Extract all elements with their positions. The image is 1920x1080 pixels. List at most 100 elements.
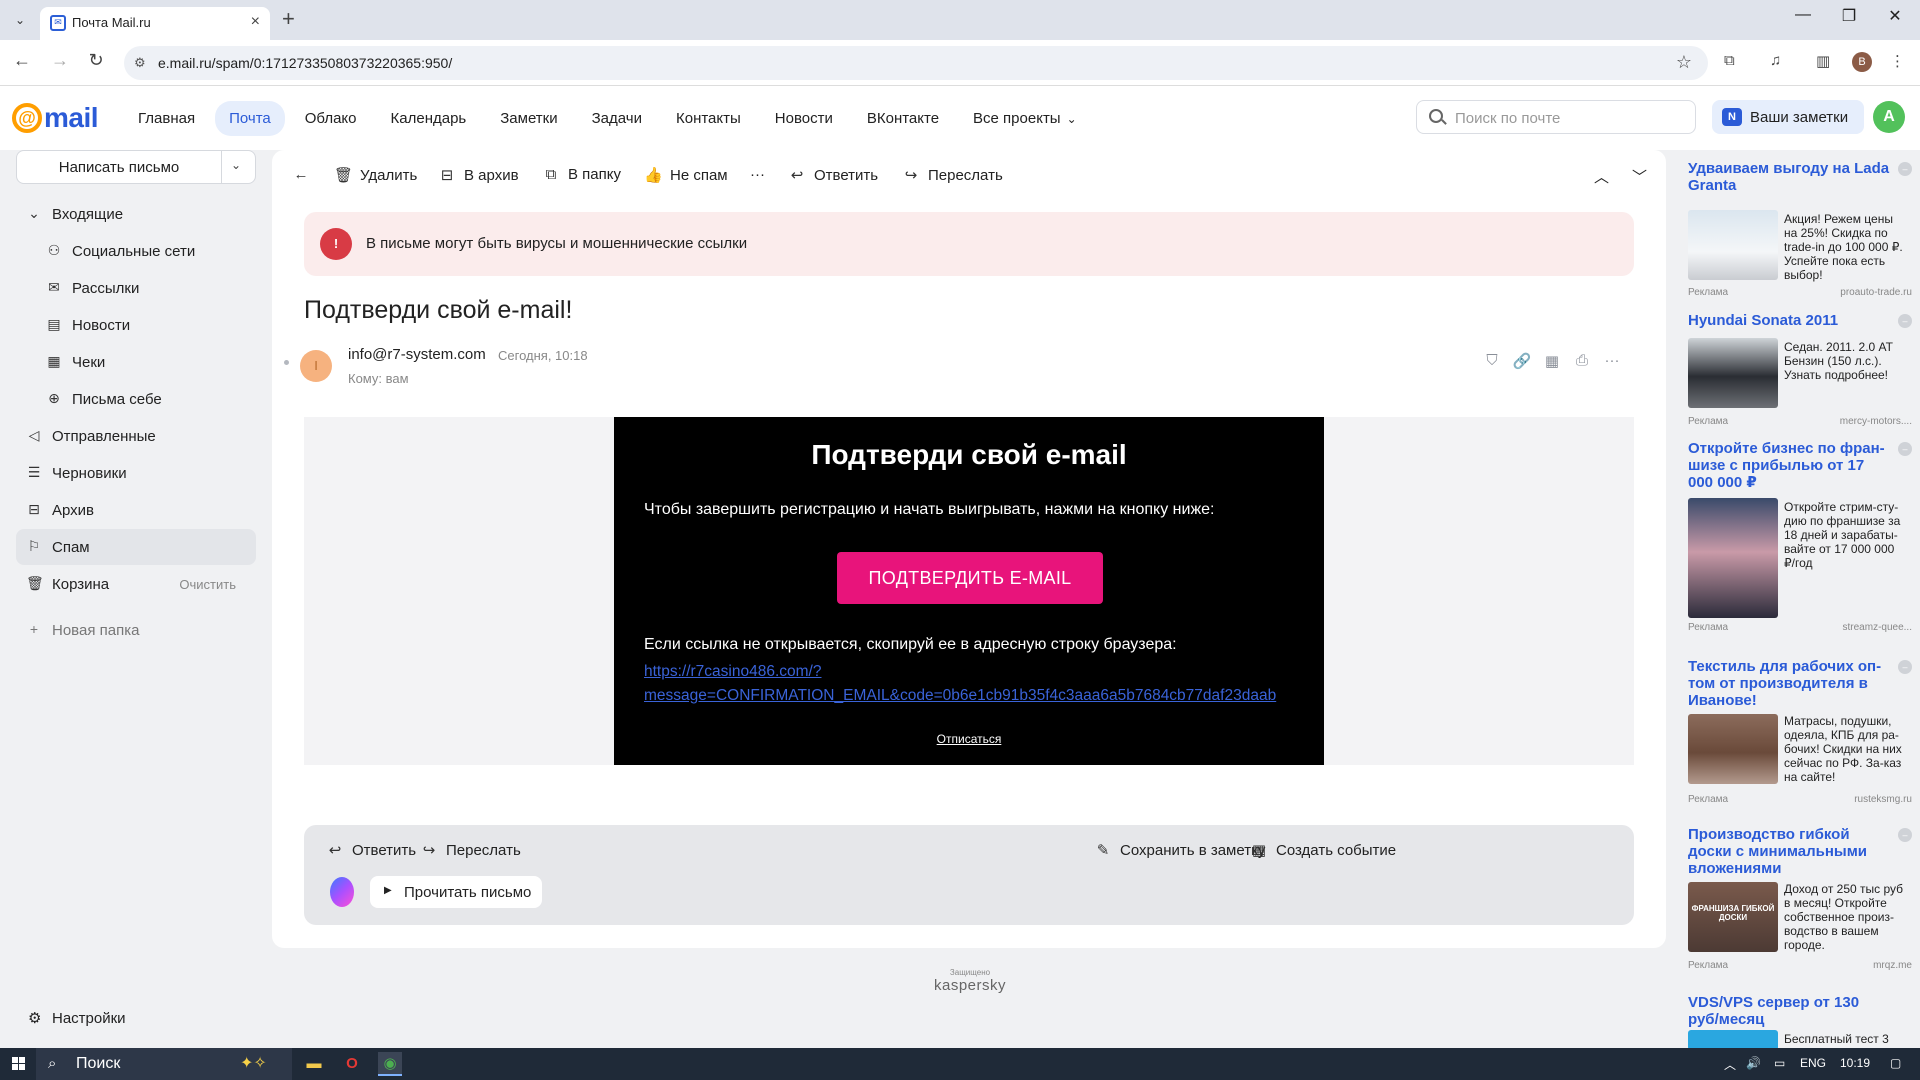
sender-email[interactable]: info@r7-system.com — [348, 346, 486, 363]
ad-image-vr[interactable] — [1688, 498, 1778, 618]
confirmation-link[interactable]: https://r7casino486.com/? message=CONFIR… — [644, 660, 1314, 708]
ad-image-server[interactable] — [1688, 1030, 1778, 1048]
nav-notes[interactable]: Заметки — [486, 101, 571, 136]
compose-button[interactable]: Написать письмо ⌄ — [16, 150, 256, 184]
tab-search-chevron-icon[interactable]: ⌄ — [8, 10, 32, 30]
bookmark-star-icon[interactable]: ☆ — [1676, 52, 1692, 73]
nav-all-projects[interactable]: Все проекты ⌄ — [959, 101, 1091, 136]
back-arrow-icon[interactable]: ← — [10, 50, 34, 71]
browser-menu-icon[interactable]: ⋮ — [1890, 52, 1905, 70]
confirm-email-button[interactable]: ПОДТВЕРДИТЬ E-MAIL — [837, 552, 1103, 604]
notifications-icon[interactable]: ▢ — [1890, 1056, 1901, 1070]
folder-spam[interactable]: ⚐ Спам — [16, 529, 256, 565]
not-spam-button[interactable]: 👍 Не спам — [644, 166, 728, 184]
previous-message-chevron-up-icon[interactable]: ︿ — [1594, 166, 1609, 187]
recipient-line[interactable]: Кому: вам — [348, 371, 409, 386]
nav-mail[interactable]: Почта — [215, 101, 285, 136]
archive-button[interactable]: ⊟ В архив — [438, 166, 519, 184]
taskbar-search[interactable]: ⌕ Поиск ✦✧ — [36, 1048, 292, 1080]
nav-home[interactable]: Главная — [124, 101, 209, 136]
bookmark-icon[interactable]: ⛉ — [1482, 352, 1502, 369]
ad-item[interactable]: Производство гибкой доски с минимальными… — [1688, 826, 1912, 976]
more-options-icon[interactable]: ··· — [1602, 352, 1622, 369]
ad-close-icon[interactable]: – — [1898, 314, 1912, 328]
folder-trash[interactable]: 🗑 Корзина Очистить — [16, 566, 256, 602]
settings-link[interactable]: ⚙ Настройки — [28, 1009, 126, 1027]
new-tab-plus-icon[interactable]: + — [282, 6, 295, 32]
ad-image-board[interactable]: ФРАНШИЗА ГИБКОЙ ДОСКИ — [1688, 882, 1778, 952]
ad-item[interactable]: Hyundai Sonata 2011 – Седан. 2011. 2.0 A… — [1688, 312, 1912, 427]
ad-title[interactable]: Текстиль для рабочих оп-том от производи… — [1688, 658, 1892, 709]
ad-title[interactable]: Удваиваем выгоду на Lada Granta — [1688, 160, 1892, 194]
sender-avatar[interactable]: I — [300, 350, 332, 382]
ad-image-car[interactable] — [1688, 210, 1778, 280]
media-controls-icon[interactable]: ♫ — [1770, 52, 1781, 69]
ad-item[interactable]: VDS/VPS сервер от 130 руб/месяц Бесплатн… — [1688, 994, 1912, 1048]
ad-title[interactable]: Производство гибкой доски с минимальными… — [1688, 826, 1892, 877]
browser-profile-avatar[interactable]: B — [1852, 52, 1872, 72]
nav-calendar[interactable]: Календарь — [377, 101, 481, 136]
ad-title[interactable]: Hyundai Sonata 2011 — [1688, 312, 1892, 329]
empty-trash-link[interactable]: Очистить — [179, 577, 236, 592]
ad-close-icon[interactable]: – — [1898, 660, 1912, 674]
delete-button[interactable]: 🗑 Удалить — [334, 166, 417, 184]
back-button[interactable]: ← — [292, 166, 318, 183]
next-message-chevron-down-icon[interactable]: ﹀ — [1632, 166, 1647, 187]
save-to-note-button[interactable]: ✎ Сохранить в заметку — [1094, 841, 1266, 859]
tab-close-icon[interactable]: × — [251, 13, 260, 31]
mail-logo[interactable]: @ mail — [12, 102, 99, 134]
folder-to-self[interactable]: ⊕ Письма себе — [16, 381, 256, 417]
ad-close-icon[interactable]: – — [1898, 442, 1912, 456]
folder-news[interactable]: ▤ Новости — [16, 307, 256, 343]
url-text[interactable]: e.mail.ru/spam/0:17127335080373220365:95… — [158, 55, 452, 71]
nav-news[interactable]: Новости — [761, 101, 847, 136]
restore-icon[interactable]: ❐ — [1826, 6, 1872, 26]
nav-vkontakte[interactable]: ВКонтакте — [853, 101, 953, 136]
chevron-down-icon[interactable]: ⌄ — [26, 205, 42, 221]
ad-item[interactable]: Удваиваем выгоду на Lada Granta – Акция!… — [1688, 160, 1912, 298]
reload-icon[interactable]: ↻ — [84, 50, 108, 71]
ai-assistant-orb-icon[interactable] — [330, 877, 354, 907]
folder-newsletters[interactable]: ✉ Рассылки — [16, 270, 256, 306]
ad-title[interactable]: VDS/VPS сервер от 130 руб/месяц — [1688, 994, 1892, 1028]
nav-tasks[interactable]: Задачи — [578, 101, 656, 136]
folder-sent[interactable]: ◁ Отправленные — [16, 418, 256, 454]
reply-button[interactable]: ↩ Ответить — [788, 166, 878, 184]
quick-forward-button[interactable]: ↪ Переслать — [420, 841, 521, 859]
calendar-icon[interactable]: ▦ — [1542, 352, 1562, 370]
folder-inbox[interactable]: ⌄ Входящие — [16, 196, 256, 232]
ad-close-icon[interactable]: – — [1898, 162, 1912, 176]
ad-image-car[interactable] — [1688, 338, 1778, 408]
compose-dropdown-chevron-icon[interactable]: ⌄ — [231, 158, 241, 172]
your-notes-button[interactable]: N Ваши заметки — [1712, 100, 1864, 134]
ad-item[interactable]: Откройте бизнес по фран-шизе с прибылью … — [1688, 440, 1912, 633]
file-explorer-icon[interactable]: ▬ — [302, 1052, 326, 1076]
ad-image-textile[interactable] — [1688, 714, 1778, 784]
user-avatar[interactable]: A — [1873, 101, 1905, 133]
browser-tab[interactable]: ✉ Почта Mail.ru × — [40, 7, 270, 40]
tray-chevron-up-icon[interactable]: ︿ — [1724, 1056, 1736, 1073]
new-folder-button[interactable]: + Новая папка — [16, 612, 256, 648]
unread-dot[interactable] — [284, 360, 289, 365]
extensions-icon[interactable]: ⧉ — [1724, 52, 1735, 69]
clock[interactable]: 10:19 — [1840, 1056, 1870, 1070]
windows-start-icon[interactable] — [12, 1057, 26, 1071]
site-info-icon[interactable]: ⚙ — [134, 55, 146, 71]
minimize-icon[interactable]: — — [1780, 6, 1826, 24]
mail-search[interactable]: Поиск по почте — [1416, 100, 1696, 134]
language-indicator[interactable]: ENG — [1800, 1056, 1826, 1070]
nav-cloud[interactable]: Облако — [291, 101, 371, 136]
print-icon[interactable]: ⎙ — [1572, 352, 1592, 369]
chrome-icon[interactable]: ◉ — [378, 1052, 402, 1076]
search-input[interactable]: Поиск по почте — [1455, 110, 1560, 127]
folder-receipts[interactable]: ▦ Чеки — [16, 344, 256, 380]
ad-title[interactable]: Откройте бизнес по фран-шизе с прибылью … — [1688, 440, 1892, 491]
folder-drafts[interactable]: ☰ Черновики — [16, 455, 256, 491]
ad-item[interactable]: Текстиль для рабочих оп-том от производи… — [1688, 658, 1912, 805]
opera-icon[interactable]: O — [340, 1052, 364, 1076]
quick-reply-button[interactable]: ↩ Ответить — [326, 841, 416, 859]
folder-archive[interactable]: ⊟ Архив — [16, 492, 256, 528]
forward-button[interactable]: ↪ Переслать — [902, 166, 1003, 184]
side-panel-icon[interactable]: ▥ — [1816, 52, 1830, 70]
address-bar[interactable]: ⚙ e.mail.ru/spam/0:17127335080373220365:… — [124, 46, 1708, 80]
